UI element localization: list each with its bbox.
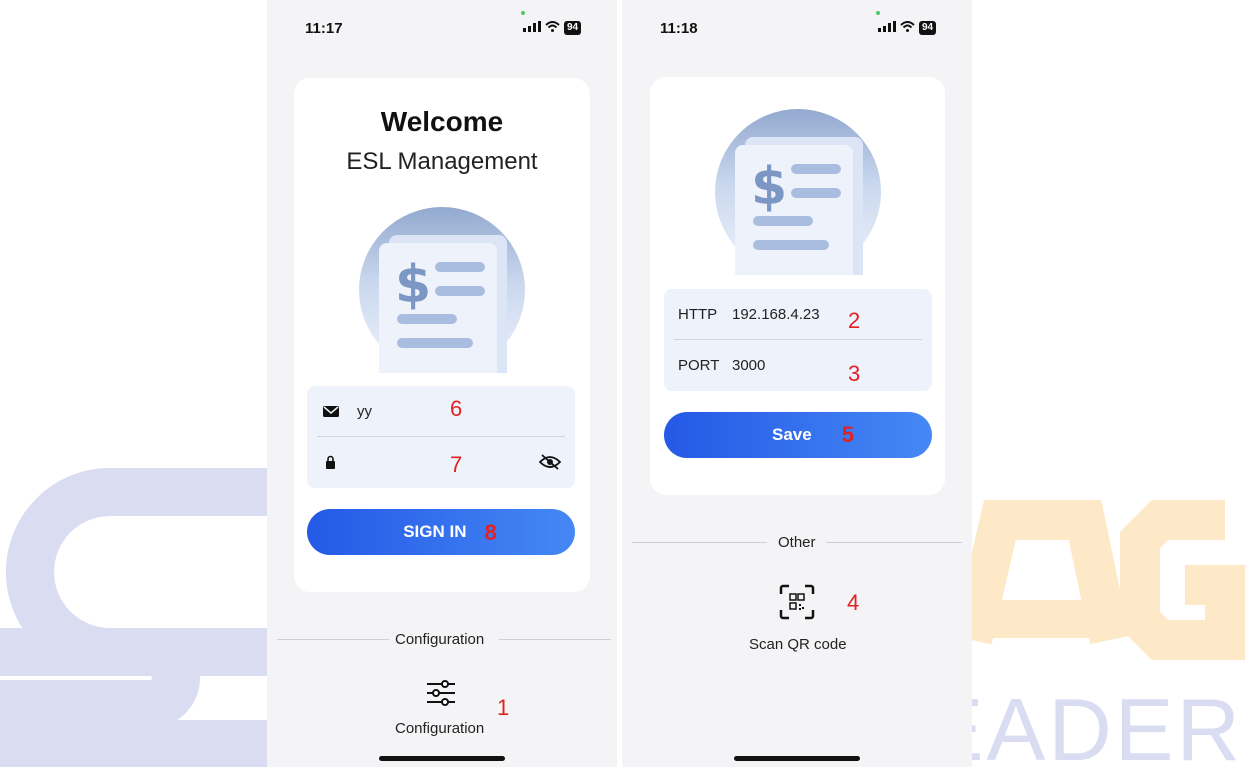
scan-qr-label[interactable]: Scan QR code	[749, 636, 847, 653]
login-screen: 11:17 94 Welcome ESL Management $ yy 6 7…	[267, 0, 617, 767]
dollar-document-icon: $	[715, 109, 881, 275]
app-subtitle: ESL Management	[346, 148, 538, 175]
welcome-title: Welcome	[380, 106, 504, 137]
server-config-card: $ HTTP 192.168.4.23 2 PORT 3000 3 Save 5	[650, 77, 945, 495]
wifi-icon	[545, 20, 560, 35]
save-button[interactable]: Save 5	[664, 412, 932, 458]
sign-in-button[interactable]: SIGN IN 8	[307, 509, 575, 555]
status-icons: 94	[878, 20, 937, 35]
battery-indicator: 94	[919, 20, 937, 35]
section-divider-left	[277, 639, 389, 640]
save-label: Save	[772, 425, 812, 444]
eye-slash-icon[interactable]	[539, 454, 561, 470]
status-time: 11:17	[305, 20, 343, 37]
svg-text:$: $	[395, 255, 431, 315]
email-field[interactable]: yy 6	[307, 386, 575, 436]
annotation-8: 8	[484, 520, 497, 545]
port-key-label: PORT	[678, 356, 720, 374]
battery-indicator: 94	[564, 20, 582, 35]
annotation-2: 2	[848, 308, 861, 333]
status-time: 11:18	[660, 20, 698, 37]
qr-scan-icon[interactable]	[779, 584, 815, 620]
port-field[interactable]: PORT 3000 3	[664, 340, 932, 390]
home-indicator[interactable]	[734, 756, 860, 761]
privacy-indicator	[521, 11, 525, 15]
watermark-brand-text: EADER	[924, 680, 1243, 767]
sliders-icon[interactable]	[425, 678, 457, 708]
lock-icon	[326, 455, 335, 469]
annotation-5: 5	[841, 422, 854, 447]
cellular-signal-icon	[523, 20, 541, 35]
svg-text:$: $	[751, 157, 787, 217]
other-section-label: Other	[778, 534, 816, 551]
section-divider-right	[826, 542, 962, 543]
configuration-section-label: Configuration	[395, 631, 485, 648]
sign-in-label: SIGN IN	[403, 522, 467, 541]
port-value[interactable]: 3000	[732, 357, 765, 374]
dollar-document-icon: $	[359, 207, 525, 373]
status-icons: 94	[523, 20, 582, 35]
login-form: yy 6 7	[307, 386, 575, 488]
privacy-indicator	[876, 11, 880, 15]
password-field[interactable]: 7	[307, 437, 575, 487]
http-field[interactable]: HTTP 192.168.4.23 2	[664, 289, 932, 339]
annotation-3: 3	[848, 361, 861, 386]
server-form: HTTP 192.168.4.23 2 PORT 3000 3	[664, 289, 932, 391]
http-key-label: HTTP	[678, 305, 718, 323]
configuration-screen: 11:18 94 $ HTTP 192.168.4.23 2 PORT 3000…	[622, 0, 972, 767]
annotation-4: 4	[847, 590, 860, 615]
wifi-icon	[900, 20, 915, 35]
configuration-button-label[interactable]: Configuration	[395, 720, 484, 737]
cellular-signal-icon	[878, 20, 896, 35]
envelope-icon	[323, 406, 339, 417]
section-divider-left	[632, 542, 767, 543]
screenshot-canvas: EADER 11:17 94 Welcome ESL Management $ …	[0, 0, 1257, 767]
section-divider-right	[499, 639, 611, 640]
http-value[interactable]: 192.168.4.23	[732, 306, 820, 323]
email-value[interactable]: yy	[357, 403, 372, 420]
annotation-7: 7	[450, 452, 463, 477]
annotation-6: 6	[450, 396, 463, 421]
home-indicator[interactable]	[379, 756, 505, 761]
login-card: Welcome ESL Management $ yy 6 7 SIGN IN …	[294, 78, 590, 592]
annotation-1: 1	[497, 695, 510, 720]
